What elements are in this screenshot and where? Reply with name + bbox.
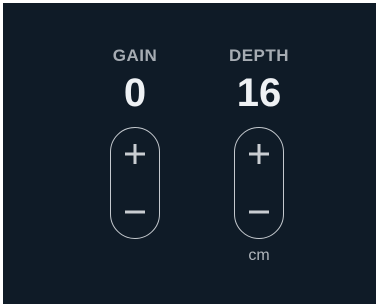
gain-label: GAIN [112, 46, 158, 65]
depth-decrease-button[interactable] [235, 186, 282, 238]
plus-icon [124, 144, 145, 164]
gain-increase-button[interactable] [111, 128, 158, 180]
gain-stepper [110, 127, 160, 239]
gain-value: 0 [123, 71, 147, 115]
depth-stepper [234, 127, 284, 239]
depth-increase-button[interactable] [235, 128, 282, 180]
plus-icon [248, 144, 269, 164]
depth-value: 16 [236, 71, 282, 115]
minus-icon [248, 210, 269, 214]
gain-decrease-button[interactable] [111, 186, 158, 238]
minus-icon [124, 210, 145, 214]
control-panel: GAIN 0 DEPTH 16 cm [3, 3, 376, 304]
depth-unit: cm [248, 247, 270, 264]
depth-label: DEPTH [228, 46, 290, 65]
